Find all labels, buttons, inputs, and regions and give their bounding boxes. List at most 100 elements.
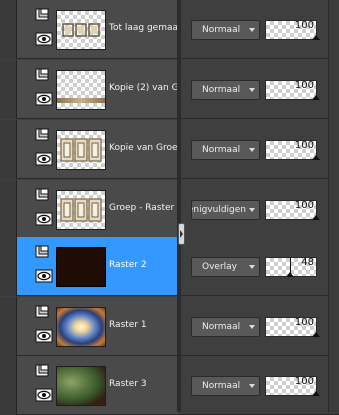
opacity-level-line [290, 258, 291, 276]
layer-name-area[interactable]: Tot laag gemaakte selectie [17, 0, 179, 59]
blend-mode-dropdown[interactable]: Vermenigvuldigen [191, 200, 260, 220]
layer-row[interactable]: Kopie (2) van Groep - Raster 3 Normaal 1… [0, 60, 339, 119]
layer-group-icon[interactable] [35, 8, 53, 22]
kaleidoscope-thumbnail[interactable] [56, 307, 106, 347]
chevron-down-icon [249, 384, 255, 388]
chevron-down-icon [249, 208, 255, 212]
chevron-down-icon [249, 325, 255, 329]
layer-row[interactable]: Raster 3 Normaal 100 [0, 356, 339, 415]
row-gutter [0, 120, 17, 179]
layer-name-area[interactable]: Groep - Raster 3 [17, 180, 179, 239]
layer-name[interactable]: Kopie van Groep - Raster 3 [109, 143, 179, 153]
eye-icon[interactable] [35, 92, 53, 106]
opacity-slider[interactable]: 100 [265, 20, 320, 40]
splitter-handle[interactable] [178, 223, 185, 245]
blend-mode-dropdown[interactable]: Overlay [191, 257, 260, 277]
checker-strip-thumbnail[interactable] [56, 70, 106, 110]
opacity-value: 100 [294, 140, 314, 151]
layer-group-icon[interactable] [35, 364, 53, 378]
opacity-slider[interactable]: 100 [265, 80, 320, 100]
dark-brown-thumbnail[interactable] [56, 247, 106, 287]
opacity-value: 100 [294, 200, 314, 211]
layer-properties: Normaal 100 [179, 120, 339, 179]
layer-name[interactable]: Raster 1 [109, 320, 179, 330]
opacity-slider[interactable]: 48 [265, 257, 317, 277]
row-gutter [0, 60, 17, 119]
opacity-marker[interactable] [312, 332, 320, 337]
layer-name-area[interactable]: Kopie van Groep - Raster 3 [17, 120, 179, 179]
panel-splitter[interactable] [177, 0, 181, 412]
layer-properties: Vermenigvuldigen 100 [179, 180, 339, 239]
blend-mode-dropdown[interactable]: Normaal [191, 80, 260, 100]
layer-properties: Normaal 100 [179, 60, 339, 119]
eye-icon[interactable] [35, 269, 53, 283]
blend-mode-value: Normaal [202, 85, 241, 95]
blend-mode-dropdown[interactable]: Normaal [191, 317, 260, 337]
layer-name[interactable]: Kopie (2) van Groep - Raster 3 [109, 83, 179, 93]
layer-name-area[interactable]: Raster 2 [17, 237, 179, 296]
row-gutter [0, 297, 17, 356]
eye-icon[interactable] [35, 388, 53, 402]
layer-name-area[interactable]: Raster 1 [17, 297, 179, 356]
chevron-down-icon [249, 265, 255, 269]
layer-group-icon[interactable] [35, 188, 53, 202]
layer-properties: Normaal 100 [179, 0, 339, 59]
opacity-marker[interactable] [312, 95, 320, 100]
opacity-value: 100 [294, 317, 314, 328]
eye-icon[interactable] [35, 32, 53, 46]
opacity-marker[interactable] [312, 35, 320, 40]
layer-name[interactable]: Raster 3 [109, 379, 179, 389]
opacity-slider[interactable]: 100 [265, 140, 320, 160]
row-gutter [0, 237, 17, 296]
opacity-value: 100 [294, 376, 314, 387]
opacity-marker[interactable] [312, 155, 320, 160]
layer-row[interactable]: Tot laag gemaakte selectie Normaal 100 [0, 0, 339, 59]
layer-row[interactable]: Raster 1 Normaal 100 [0, 297, 339, 356]
green-gradient-thumbnail[interactable] [56, 366, 106, 406]
eye-icon[interactable] [35, 212, 53, 226]
layer-group-icon[interactable] [35, 305, 53, 319]
layer-row[interactable]: Kopie van Groep - Raster 3 Normaal 100 [0, 120, 339, 179]
layer-properties: Normaal 100 [179, 356, 339, 415]
row-gutter [0, 0, 17, 59]
blend-mode-dropdown[interactable]: Normaal [191, 140, 260, 160]
chevron-down-icon [249, 88, 255, 92]
chevron-down-icon [249, 148, 255, 152]
frame-small-icon-thumbnail[interactable] [56, 10, 106, 50]
opacity-value: 48 [301, 257, 314, 268]
opacity-value: 100 [294, 80, 314, 91]
blend-mode-value: Normaal [202, 145, 241, 155]
opacity-slider[interactable]: 100 [265, 200, 320, 220]
layer-name[interactable]: Raster 2 [109, 260, 179, 270]
blend-mode-dropdown[interactable]: Normaal [191, 20, 260, 40]
opacity-slider[interactable]: 100 [265, 317, 320, 337]
blend-mode-dropdown[interactable]: Normaal [191, 376, 260, 396]
eye-icon[interactable] [35, 152, 53, 166]
opacity-marker[interactable] [312, 215, 320, 220]
layer-name-area[interactable]: Kopie (2) van Groep - Raster 3 [17, 60, 179, 119]
layer-row[interactable]: Groep - Raster 3 Vermenigvuldigen 100 [0, 180, 339, 239]
eye-icon[interactable] [35, 329, 53, 343]
scrollbar[interactable] [328, 0, 339, 412]
row-gutter [0, 180, 17, 239]
layer-name-area[interactable]: Raster 3 [17, 356, 179, 415]
layers-panel: Tot laag gemaakte selectie Normaal 100 [0, 0, 339, 415]
layer-group-icon[interactable] [35, 128, 53, 142]
chevron-down-icon [249, 28, 255, 32]
blend-mode-value: Overlay [202, 262, 237, 272]
layer-name[interactable]: Groep - Raster 3 [109, 203, 179, 213]
layer-group-icon[interactable] [35, 68, 53, 82]
blend-mode-value: Normaal [202, 322, 241, 332]
layer-list: Tot laag gemaakte selectie Normaal 100 [0, 0, 339, 415]
opacity-marker[interactable] [312, 391, 320, 396]
opacity-slider[interactable]: 100 [265, 376, 320, 396]
layer-name[interactable]: Tot laag gemaakte selectie [109, 23, 179, 33]
row-gutter [0, 356, 17, 415]
layer-properties: Overlay 48 [179, 237, 339, 296]
layer-group-icon[interactable] [35, 245, 53, 259]
frames-beige-thumbnail[interactable] [56, 130, 106, 170]
layer-row[interactable]: Raster 2 Overlay 48 [0, 237, 339, 296]
frames-beige-thumbnail[interactable] [56, 190, 106, 230]
blend-mode-value: Normaal [202, 381, 241, 391]
blend-mode-value: Normaal [202, 25, 241, 35]
